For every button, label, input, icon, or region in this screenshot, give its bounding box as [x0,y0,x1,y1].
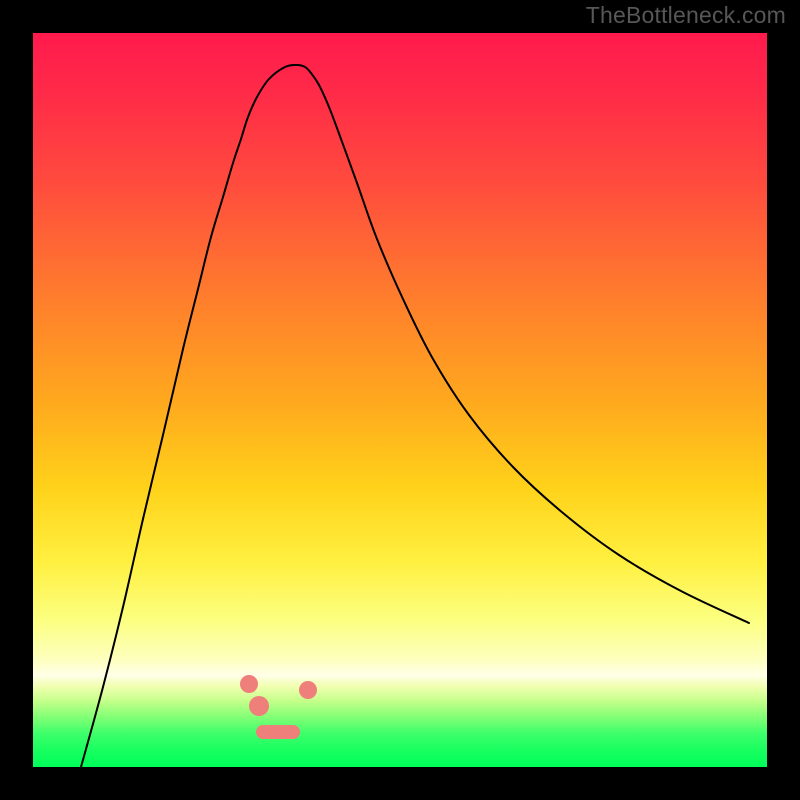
chart-stage: TheBottleneck.com [0,0,800,800]
plot-area [33,33,767,767]
watermark-text: TheBottleneck.com [586,2,786,29]
